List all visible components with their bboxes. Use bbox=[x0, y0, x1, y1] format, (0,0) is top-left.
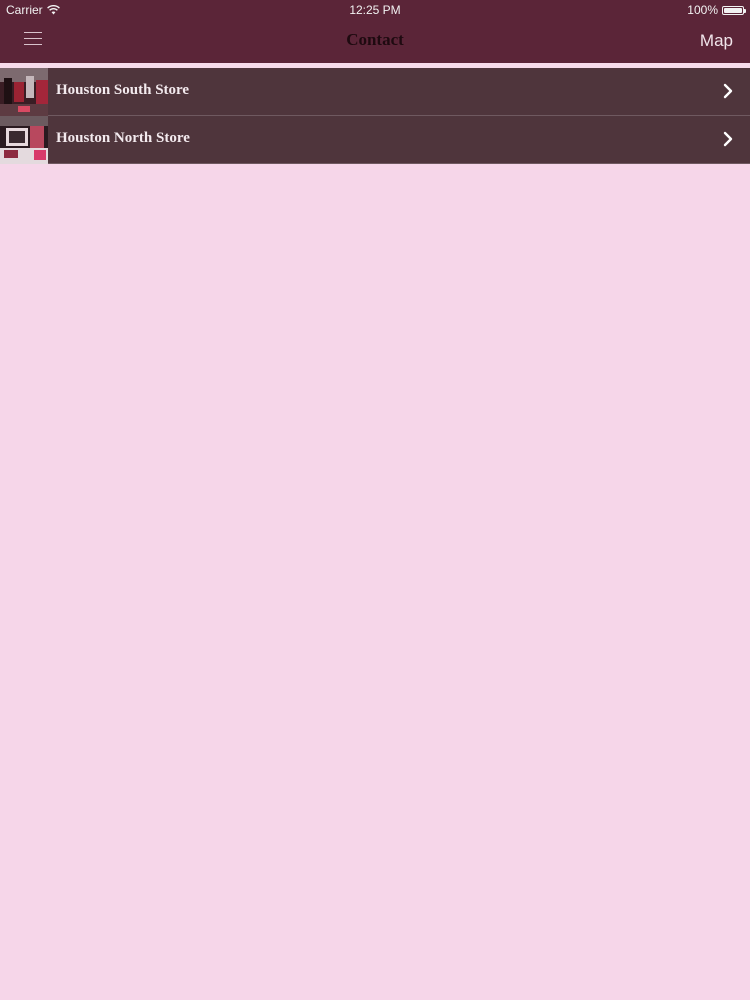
clock: 12:25 PM bbox=[349, 3, 401, 17]
store-row-houston-south[interactable]: Houston South Store bbox=[0, 68, 750, 116]
store-thumbnail bbox=[0, 116, 48, 164]
chevron-right-icon bbox=[723, 83, 733, 99]
battery-fill bbox=[724, 7, 742, 13]
status-bar: Carrier 12:25 PM 100% bbox=[0, 0, 750, 20]
store-thumbnail bbox=[0, 68, 48, 116]
navigation-bar: Contact Map bbox=[0, 20, 750, 63]
battery-icon bbox=[722, 5, 746, 15]
battery-indicator: 100% bbox=[687, 0, 746, 20]
store-name: Houston South Store bbox=[56, 82, 190, 98]
battery-percent: 100% bbox=[687, 3, 718, 17]
chevron-right-icon bbox=[723, 131, 733, 147]
store-name: Houston North Store bbox=[56, 130, 190, 146]
contact-screen: Carrier 12:25 PM 100% Contact Map Housto… bbox=[0, 0, 750, 1000]
page-title: Contact bbox=[346, 30, 404, 49]
store-list: Houston South Store Houston North Store bbox=[0, 68, 750, 164]
map-button[interactable]: Map bbox=[700, 31, 733, 51]
store-row-houston-north[interactable]: Houston North Store bbox=[0, 116, 750, 164]
top-bar: Carrier 12:25 PM 100% Contact Map bbox=[0, 0, 750, 63]
